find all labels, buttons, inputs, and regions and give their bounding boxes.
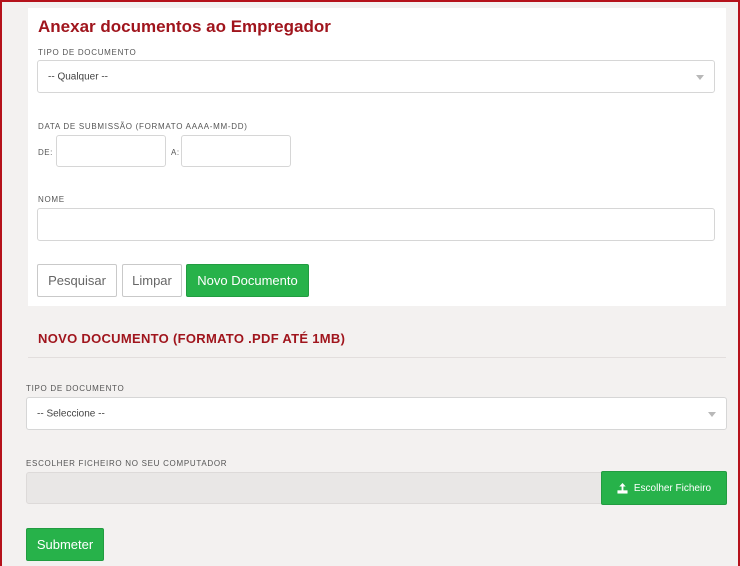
- frame-border-top: [0, 0, 740, 2]
- date-to-input[interactable]: [181, 135, 291, 167]
- date-from-label: DE:: [38, 148, 53, 157]
- section-divider: [28, 357, 726, 358]
- chevron-down-icon: [696, 74, 704, 80]
- doc-type-filter-select[interactable]: -- Qualquer --: [37, 60, 715, 93]
- date-to-label: A:: [171, 148, 180, 157]
- file-name-field[interactable]: [26, 472, 602, 504]
- doc-type-filter-value: -- Qualquer --: [48, 71, 109, 82]
- panel-title: Anexar documentos ao Empregador: [38, 17, 331, 36]
- choose-file-button[interactable]: Escolher Ficheiro: [601, 471, 727, 505]
- upload-icon: [617, 482, 628, 494]
- frame-border-left: [0, 0, 2, 566]
- submit-button[interactable]: Submeter: [26, 528, 104, 561]
- name-filter-label: NOME: [38, 195, 65, 204]
- new-document-section-title: NOVO DOCUMENTO (FORMATO .PDF ATÉ 1MB): [38, 331, 346, 346]
- doc-type-label: TIPO DE DOCUMENTO: [26, 384, 125, 393]
- date-from-input[interactable]: [56, 135, 166, 167]
- search-panel: Anexar documentos ao Empregador TIPO DE …: [28, 8, 726, 306]
- new-document-button[interactable]: Novo Documento: [186, 264, 309, 297]
- chevron-down-icon: [708, 411, 716, 417]
- doc-type-filter-label: TIPO DE DOCUMENTO: [38, 48, 137, 57]
- search-button[interactable]: Pesquisar: [37, 264, 117, 297]
- doc-type-select[interactable]: -- Seleccione --: [26, 397, 727, 430]
- file-chooser-label: ESCOLHER FICHEIRO NO SEU COMPUTADOR: [26, 459, 228, 468]
- date-range-label: DATA DE SUBMISSÃO (FORMATO AAAA-MM-DD): [38, 122, 248, 131]
- doc-type-value: -- Seleccione --: [37, 408, 105, 419]
- clear-button[interactable]: Limpar: [122, 264, 182, 297]
- choose-file-label: Escolher Ficheiro: [633, 482, 712, 494]
- name-filter-input[interactable]: [37, 208, 715, 241]
